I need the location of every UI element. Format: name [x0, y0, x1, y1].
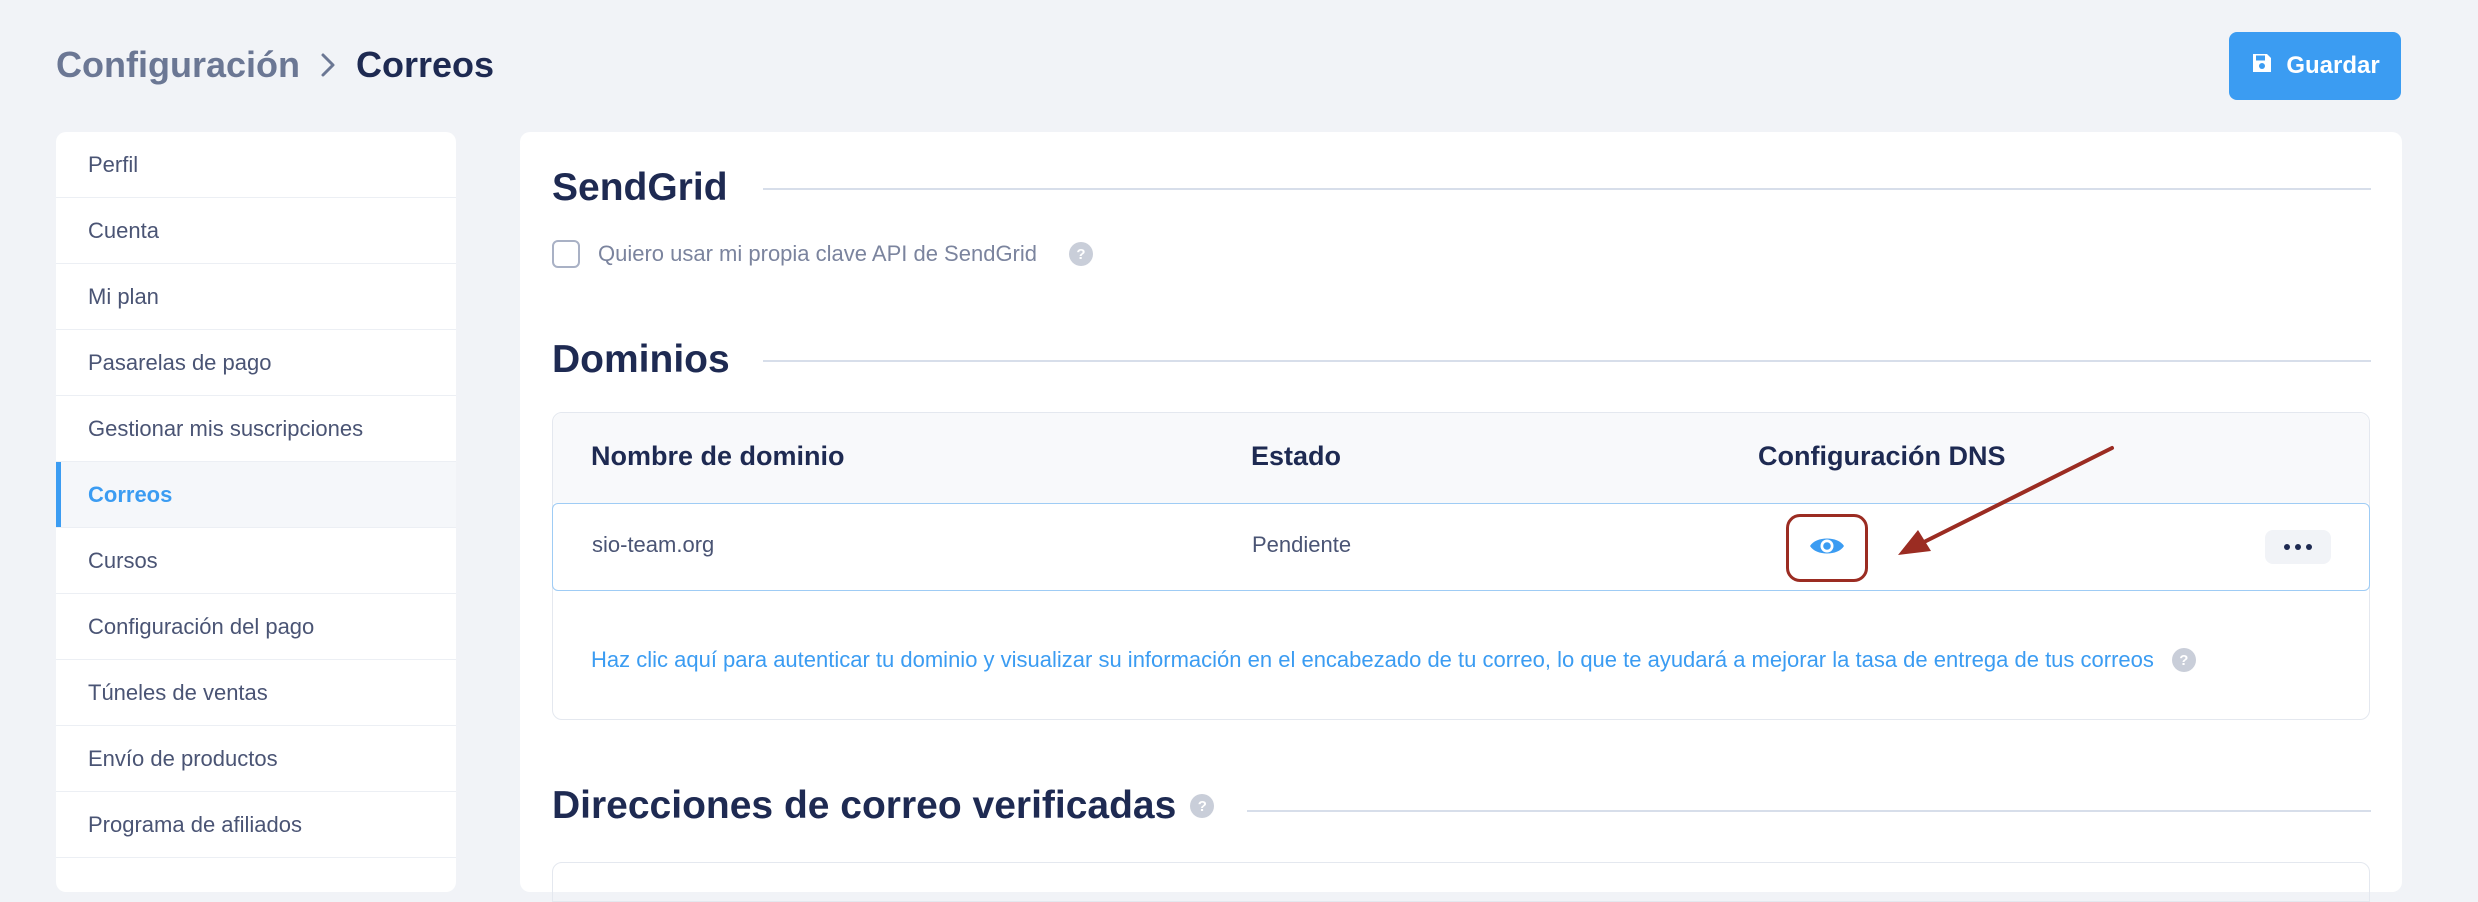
save-icon [2250, 51, 2274, 82]
column-header-domain: Nombre de dominio [591, 441, 845, 471]
domain-status: Pendiente [1252, 532, 1352, 557]
sidebar-item-cursos[interactable]: Cursos [56, 528, 456, 594]
help-icon[interactable]: ? [1190, 794, 1215, 818]
sidebar-item-pasarelas-de-pago[interactable]: Pasarelas de pago [56, 330, 456, 396]
section-divider [763, 188, 2371, 190]
breadcrumb: Configuración Correos [56, 40, 494, 90]
sidebar-item-label: Cuenta [88, 217, 159, 243]
sidebar-item-label: Gestionar mis suscripciones [88, 415, 364, 441]
domains-table: Nombre de dominio Estado Configuración D… [552, 412, 2370, 720]
sidebar-item-label: Cursos [88, 547, 158, 573]
eye-icon [1808, 533, 1846, 564]
dot [2295, 544, 2301, 550]
sidebar-item-correos[interactable]: Correos [56, 462, 456, 528]
sendgrid-api-checkbox-label[interactable]: Quiero usar mi propia clave API de SendG… [598, 241, 1037, 267]
verified-addresses-section-title: Direcciones de correo verificadas ? [552, 784, 1215, 828]
verified-addresses-table [552, 862, 2370, 902]
column-header-status: Estado [1251, 441, 1342, 471]
sidebar-item-envio-de-productos[interactable]: Envío de productos [56, 726, 456, 792]
sidebar-item-label: Correos [88, 481, 173, 507]
column-header-dns: Configuración DNS [1758, 441, 2006, 471]
verified-addresses-title: Direcciones de correo verificadas [552, 784, 1177, 827]
email-settings-panel: SendGrid Quiero usar mi propia clave API… [520, 132, 2402, 902]
authenticate-domain-hint: Haz clic aquí para autenticar tu dominio… [591, 647, 2196, 673]
sidebar-item-mi-plan[interactable]: Mi plan [56, 264, 456, 330]
dot [2306, 544, 2312, 550]
section-divider [763, 360, 2371, 362]
view-dns-button[interactable] [1786, 514, 1868, 582]
authenticate-domain-link[interactable]: Haz clic aquí para autenticar tu dominio… [591, 647, 2154, 673]
row-actions-button[interactable] [2265, 530, 2331, 564]
sidebar-item-programa-de-afiliados[interactable]: Programa de afiliados [56, 792, 456, 858]
dot [2284, 544, 2290, 550]
help-icon[interactable]: ? [2171, 648, 2196, 672]
sidebar-item-configuracion-del-pago[interactable]: Configuración del pago [56, 594, 456, 660]
domains-section-title: Dominios [552, 338, 730, 381]
breadcrumb-parent[interactable]: Configuración [56, 44, 300, 86]
sidebar-item-suscripciones[interactable]: Gestionar mis suscripciones [56, 396, 456, 462]
sidebar-item-label: Programa de afiliados [88, 811, 303, 837]
section-divider [1247, 810, 2371, 812]
settings-sidebar: Perfil Cuenta Mi plan Pasarelas de pago … [56, 132, 456, 892]
sidebar-item-label: Perfil [88, 151, 139, 177]
sidebar-item-cuenta[interactable]: Cuenta [56, 198, 456, 264]
page-title: Correos [355, 44, 495, 85]
save-button-label: Guardar [2286, 52, 2380, 79]
sidebar-item-label: Mi plan [88, 283, 159, 309]
sendgrid-api-option: Quiero usar mi propia clave API de SendG… [552, 240, 1094, 268]
sidebar-item-label: Pasarelas de pago [88, 349, 272, 375]
save-button[interactable]: Guardar [2229, 32, 2401, 100]
sendgrid-api-checkbox[interactable] [552, 240, 580, 268]
table-row: sio-team.org Pendiente [552, 503, 2370, 591]
domain-name: sio-team.org [592, 532, 715, 557]
sidebar-item-label: Túneles de ventas [88, 679, 268, 705]
sidebar-item-perfil[interactable]: Perfil [56, 132, 456, 198]
help-icon[interactable]: ? [1069, 242, 1094, 266]
chevron-right-icon [308, 52, 348, 78]
table-header: Nombre de dominio Estado Configuración D… [553, 413, 2369, 503]
sidebar-item-label: Configuración del pago [88, 613, 315, 639]
sidebar-item-tuneles-de-ventas[interactable]: Túneles de ventas [56, 660, 456, 726]
sidebar-item-label: Envío de productos [88, 745, 278, 771]
sendgrid-section-title: SendGrid [552, 166, 728, 209]
